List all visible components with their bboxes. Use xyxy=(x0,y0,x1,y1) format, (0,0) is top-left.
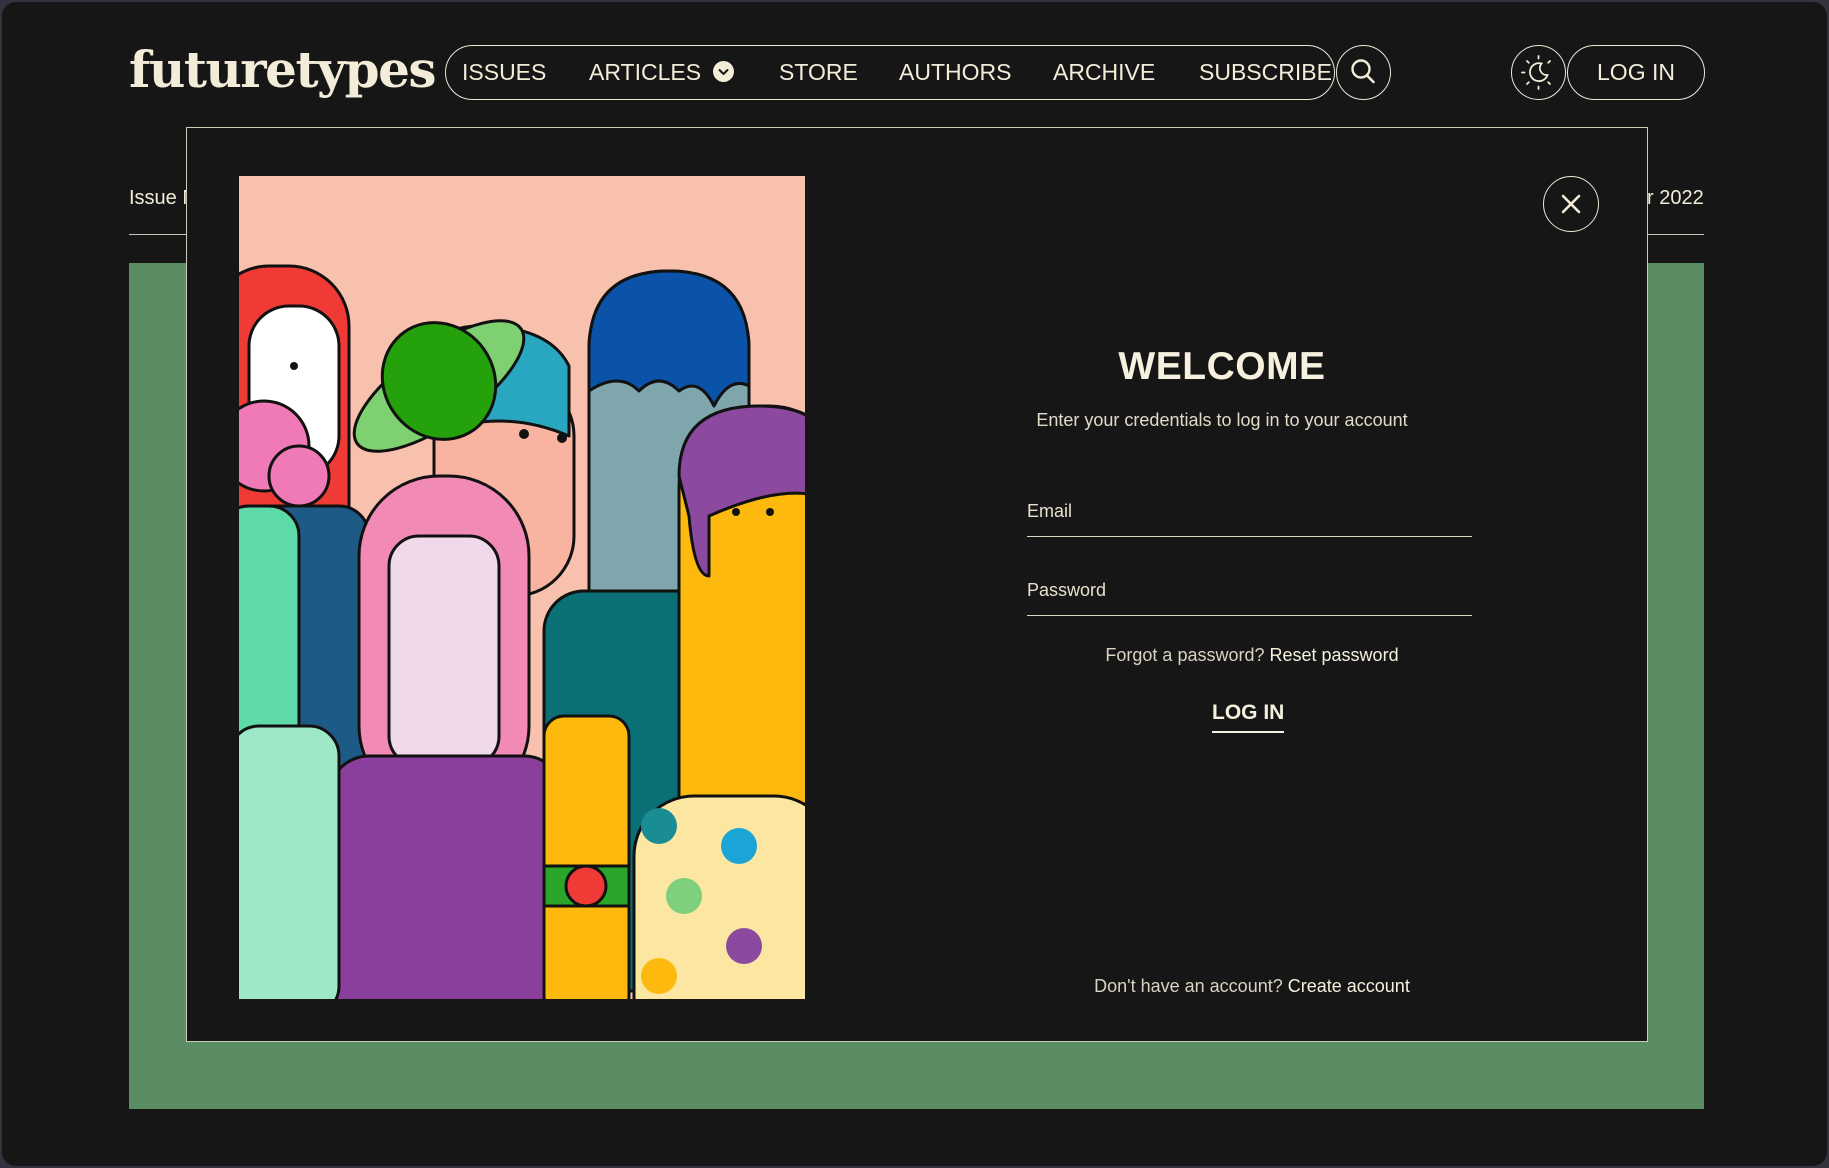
nav-articles-label: ARTICLES xyxy=(589,59,702,85)
nav-authors[interactable]: AUTHORS xyxy=(899,46,1011,98)
password-field[interactable] xyxy=(1027,566,1472,616)
header-login-button[interactable]: LOG IN xyxy=(1567,45,1705,100)
signup-prompt: Don't have an account? Create account xyxy=(967,976,1537,997)
chevron-down-icon[interactable] xyxy=(713,61,735,83)
login-submit-button[interactable]: LOG IN xyxy=(1212,699,1285,733)
signup-prompt-label: Don't have an account? xyxy=(1094,976,1283,996)
issue-date: r 2022 xyxy=(1647,187,1704,209)
nav-articles[interactable]: ARTICLES xyxy=(589,46,735,98)
login-modal: WELCOME Enter your credentials to log in… xyxy=(186,127,1648,1042)
nav-issues[interactable]: ISSUES xyxy=(462,46,546,98)
nav-subscribe[interactable]: SUBSCRIBE xyxy=(1199,46,1332,98)
reset-password-link[interactable]: Reset password xyxy=(1270,645,1399,665)
sun-moon-icon xyxy=(1520,54,1551,90)
search-button[interactable] xyxy=(1336,45,1391,100)
email-field[interactable] xyxy=(1027,487,1472,537)
modal-title: WELCOME xyxy=(1118,345,1326,388)
theme-toggle-button[interactable] xyxy=(1511,45,1566,100)
nav-store[interactable]: STORE xyxy=(779,46,858,98)
modal-subtitle: Enter your credentials to log in to your… xyxy=(1036,410,1408,430)
nav-archive[interactable]: ARCHIVE xyxy=(1053,46,1155,98)
close-modal-button[interactable] xyxy=(1543,176,1599,232)
close-icon xyxy=(1561,194,1580,213)
app-window: futuretypes ISSUES ARTICLES STORE AUTHOR… xyxy=(2,2,1827,1166)
forgot-password-label: Forgot a password? xyxy=(1105,645,1265,665)
forgot-password-text: Forgot a password? Reset password xyxy=(967,645,1537,666)
people-illustration xyxy=(239,264,805,999)
welcome-illustration xyxy=(239,176,805,999)
search-icon xyxy=(1350,58,1375,83)
main-nav: ISSUES ARTICLES STORE AUTHORS ARCHIVE SU… xyxy=(445,45,1335,100)
site-logo[interactable]: futuretypes xyxy=(129,40,437,99)
create-account-link[interactable]: Create account xyxy=(1288,976,1410,996)
